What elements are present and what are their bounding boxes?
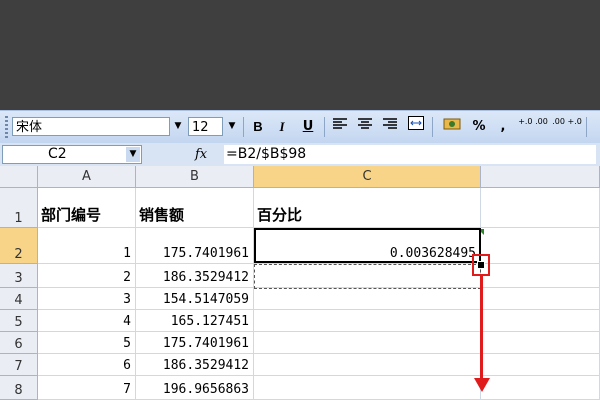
align-right-icon[interactable] <box>380 116 400 138</box>
cell-c7[interactable] <box>254 354 481 376</box>
cell-b6[interactable]: 175.7401961 <box>136 332 254 354</box>
cell-b3[interactable]: 186.3529412 <box>136 264 254 288</box>
decrease-decimal-button[interactable]: .00 +.0 <box>552 116 582 139</box>
size-dropdown-icon[interactable]: ▼ <box>225 118 239 135</box>
percent-button[interactable]: % <box>470 116 488 138</box>
cell-b8[interactable]: 196.9656863 <box>136 376 254 400</box>
font-name-box[interactable]: 宋体 <box>12 117 170 136</box>
font-dropdown-icon[interactable]: ▼ <box>171 118 185 135</box>
cell-c8[interactable] <box>254 376 481 400</box>
font-size-box[interactable]: 12 <box>188 117 223 136</box>
cell-a6[interactable]: 5 <box>38 332 136 354</box>
row-header-3[interactable]: 3 <box>0 264 38 288</box>
cell-d3[interactable] <box>481 264 600 288</box>
cell-c4[interactable] <box>254 288 481 310</box>
cell-b4[interactable]: 154.5147059 <box>136 288 254 310</box>
row-header-2[interactable]: 2 <box>0 228 38 264</box>
cell-a2[interactable]: 1 <box>38 228 136 264</box>
column-header-c[interactable]: C <box>254 166 481 188</box>
row-header-5[interactable]: 5 <box>0 310 38 332</box>
select-all-corner[interactable] <box>0 166 38 188</box>
cell-b1[interactable]: 销售额 <box>136 188 254 228</box>
cell-a3[interactable]: 2 <box>38 264 136 288</box>
cell-d8[interactable] <box>481 376 600 400</box>
name-box-dropdown-icon[interactable]: ▼ <box>126 147 140 162</box>
increase-decimal-button[interactable]: +.0 .00 <box>518 116 548 139</box>
cell-c5[interactable] <box>254 310 481 332</box>
copy-marquee <box>254 264 481 289</box>
cell-d4[interactable] <box>481 288 600 310</box>
cell-d2[interactable] <box>481 228 600 264</box>
cell-a5[interactable]: 4 <box>38 310 136 332</box>
cell-a1[interactable]: 部门编号 <box>38 188 136 228</box>
comma-button[interactable]: , <box>496 116 510 138</box>
row-header-7[interactable]: 7 <box>0 354 38 376</box>
cell-a8[interactable]: 7 <box>38 376 136 400</box>
column-header-d[interactable] <box>481 166 600 188</box>
cell-b5[interactable]: 165.127451 <box>136 310 254 332</box>
row-header-4[interactable]: 4 <box>0 288 38 310</box>
column-header-b[interactable]: B <box>136 166 254 188</box>
name-box-value: C2 <box>48 146 67 162</box>
annotation-highlight-box <box>472 254 490 276</box>
currency-icon[interactable] <box>440 116 464 138</box>
toolbar-separator <box>324 117 325 137</box>
cell-d1[interactable] <box>481 188 600 228</box>
cell-b2[interactable]: 175.7401961 <box>136 228 254 264</box>
align-center-icon[interactable] <box>355 116 375 138</box>
underline-button[interactable]: U <box>298 116 318 138</box>
formula-input[interactable]: =B2/$B$98 <box>224 145 596 164</box>
active-cell-border <box>254 228 481 263</box>
column-header-a[interactable]: A <box>38 166 136 188</box>
row-header-6[interactable]: 6 <box>0 332 38 354</box>
cell-d5[interactable] <box>481 310 600 332</box>
italic-button[interactable]: I <box>272 116 292 138</box>
name-box[interactable]: C2 ▼ <box>2 145 142 164</box>
toolbar-separator <box>586 117 587 137</box>
cell-b7[interactable]: 186.3529412 <box>136 354 254 376</box>
formatting-toolbar: 宋体 ▼ 12 ▼ B I U % , +.0 .00 .00 +.0 <box>0 110 600 144</box>
toolbar-separator <box>432 117 433 137</box>
cell-d7[interactable] <box>481 354 600 376</box>
cell-a7[interactable]: 6 <box>38 354 136 376</box>
fx-icon[interactable]: fx <box>195 145 207 164</box>
annotation-arrow-head-icon <box>474 378 490 392</box>
bold-button[interactable]: B <box>248 116 268 138</box>
cell-c1[interactable]: 百分比 <box>254 188 481 228</box>
formula-bar: C2 ▼ fx =B2/$B$98 <box>0 143 600 167</box>
row-header-1[interactable]: 1 <box>0 188 38 228</box>
row-header-8[interactable]: 8 <box>0 376 38 400</box>
align-left-icon[interactable] <box>330 116 350 138</box>
toolbar-separator <box>243 117 244 137</box>
cell-c6[interactable] <box>254 332 481 354</box>
toolbar-grip[interactable] <box>5 116 8 138</box>
dark-background <box>0 0 600 110</box>
merge-center-icon[interactable] <box>405 116 427 138</box>
cell-d6[interactable] <box>481 332 600 354</box>
cell-a4[interactable]: 3 <box>38 288 136 310</box>
annotation-arrow-line <box>480 276 483 382</box>
